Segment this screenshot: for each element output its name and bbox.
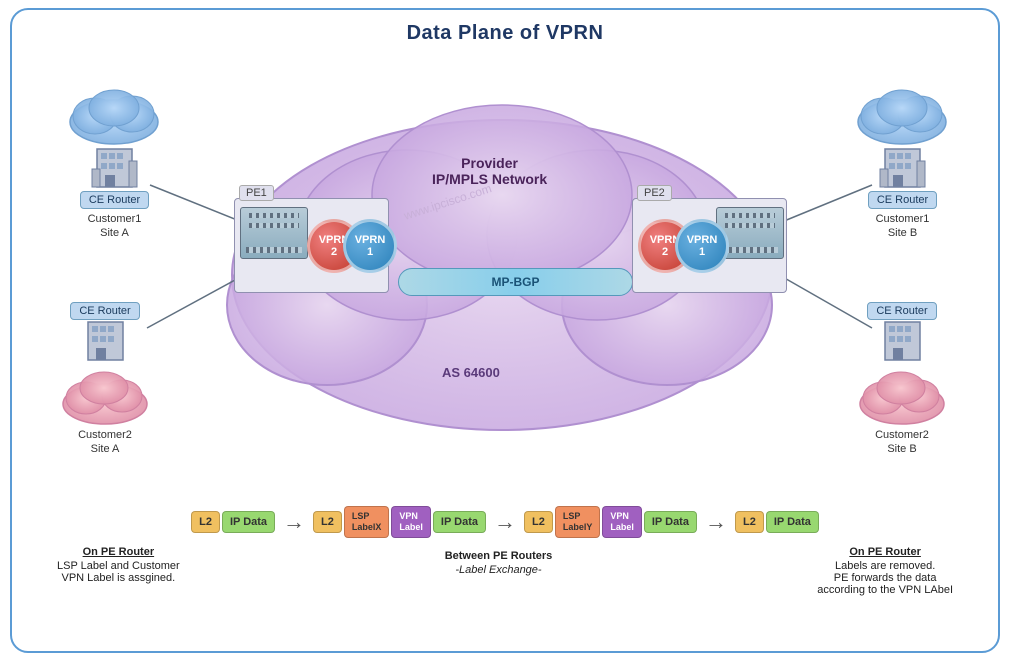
ce-top-right-cloud: [855, 88, 950, 146]
ce-top-right-building: [875, 141, 930, 189]
packet2: L2 LSPLabelX VPNLabel IP Data: [313, 506, 486, 538]
ce-bottom-left-pink-cloud: [60, 370, 150, 425]
arrow2: →: [494, 509, 516, 535]
ce-bottom-right-group: CE Router Customer2Site B: [857, 300, 947, 457]
pkt4-l2: L2: [735, 511, 764, 533]
ce-top-right-label: CE Router: [868, 191, 937, 209]
pkt3-l2: L2: [524, 511, 553, 533]
pe1-box: PE1 VPRN2 VPRN1: [234, 198, 389, 293]
pe1-label: PE1: [239, 185, 274, 201]
pe2-label: PE2: [637, 185, 672, 201]
main-container: Data Plane of VPRN Provider IP/MPLS Netw…: [10, 8, 1000, 653]
arrow3: →: [705, 509, 727, 535]
ce-bottom-right-building: [875, 320, 930, 368]
ce-bottom-right-label: CE Router: [867, 302, 936, 320]
ce-bottom-left-building: [78, 320, 133, 368]
as-label: AS 64600: [442, 365, 500, 380]
pkt2-ipdata: IP Data: [433, 511, 486, 533]
pe2-vprn1-circle: VPRN1: [675, 219, 729, 273]
c2-site-b-label: Customer2Site B: [875, 428, 929, 457]
ce-top-right-group: CE Router Customer1Site B: [855, 88, 950, 241]
pkt2-vpn: VPNLabel: [391, 506, 431, 538]
flow-label-2: Between PE Routers -Label Exchange-: [445, 550, 553, 576]
pe1-vprn1-circle: VPRN1: [343, 219, 397, 273]
page-title: Data Plane of VPRN: [12, 10, 998, 45]
pe1-router-device: [240, 207, 308, 259]
arrow1: →: [283, 509, 305, 535]
flow-label-3: On PE Router Labels are removed. PE forw…: [817, 546, 953, 596]
ce-top-left-cloud: [67, 88, 162, 146]
pkt2-lspx: LSPLabelX: [344, 506, 390, 538]
ce-bottom-right-pink-cloud: [857, 370, 947, 425]
packet1: L2 IP Data: [191, 511, 275, 533]
pkt1-ipdata: IP Data: [222, 511, 275, 533]
pkt3-ipdata: IP Data: [644, 511, 697, 533]
packet3: L2 LSPLabelY VPNLabel IP Data: [524, 506, 697, 538]
ce-top-left-building: [87, 141, 142, 189]
flow-labels-row: On PE Router LSP Label and Customer VPN …: [27, 546, 983, 596]
c2-site-a-label: Customer2Site A: [78, 428, 132, 457]
c1-site-b-label: Customer1Site B: [876, 212, 930, 241]
ce-top-left-label: CE Router: [80, 191, 149, 209]
c1-site-a-label: Customer1Site A: [88, 212, 142, 241]
ce-top-left-group: CE Router Customer1Site A: [67, 88, 162, 241]
flow-label-1: On PE Router LSP Label and Customer VPN …: [57, 546, 180, 584]
pkt1-l2: L2: [191, 511, 220, 533]
pkt3-vpn: VPNLabel: [602, 506, 642, 538]
pkt4-ipdata: IP Data: [766, 511, 819, 533]
pkt3-lspy: LSPLabelY: [555, 506, 601, 538]
mpbgp-line: MP-BGP: [398, 268, 633, 296]
ce-bottom-left-label: CE Router: [70, 302, 139, 320]
packet-flow-section: L2 IP Data → L2 LSPLabelX VPNLabel IP Da…: [27, 501, 983, 636]
pe2-box: PE2 VPRN2 VPRN1: [632, 198, 787, 293]
packet-flow-row: L2 IP Data → L2 LSPLabelX VPNLabel IP Da…: [27, 506, 983, 538]
ce-bottom-left-group: CE Router Customer2Site A: [60, 300, 150, 457]
packet4: L2 IP Data: [735, 511, 819, 533]
pkt2-l2: L2: [313, 511, 342, 533]
